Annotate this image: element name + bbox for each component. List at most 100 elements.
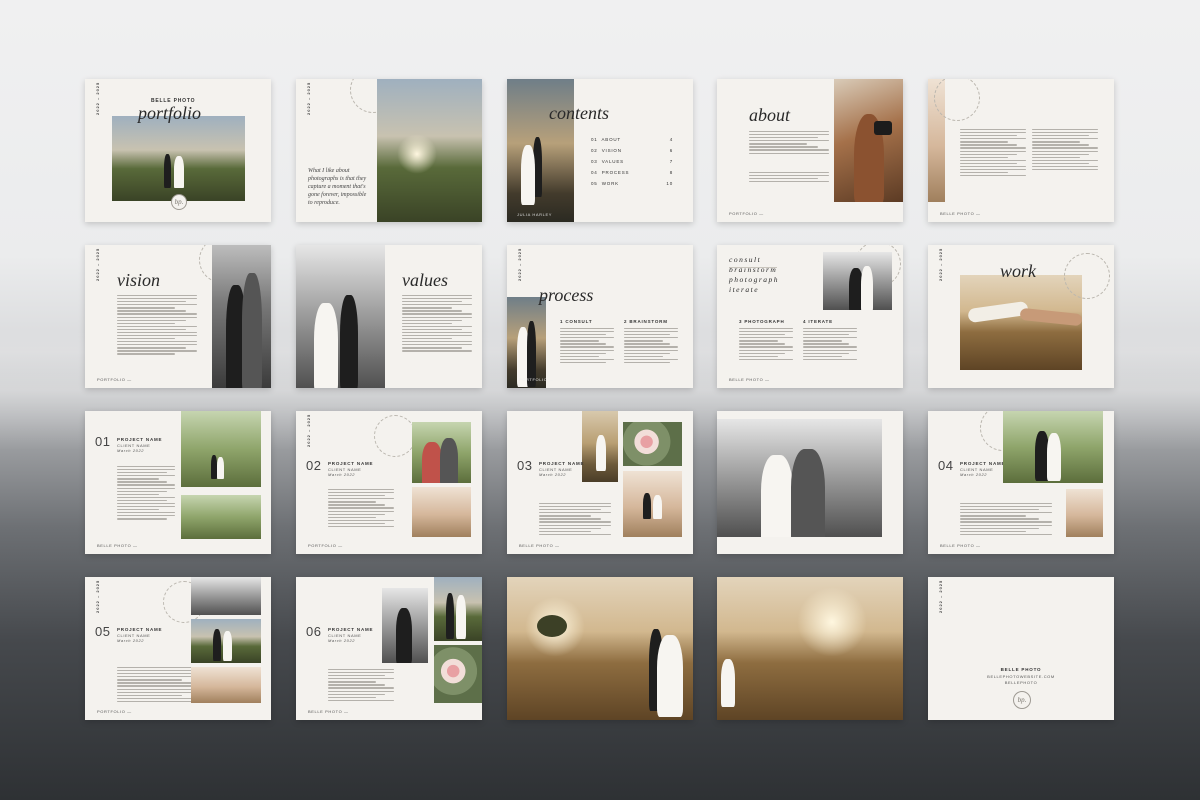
photographer-photo xyxy=(834,79,903,202)
bride-groom-photo xyxy=(434,577,482,641)
flowers-photo xyxy=(434,645,482,703)
footer-label: BELLE PHOTO — xyxy=(729,377,770,382)
slide-about-2[interactable]: BELLE PHOTO — xyxy=(928,79,1114,222)
toc-list: 01 ABOUT 4 02 VISION 6 03 VALUES 7 04 PROCE… xyxy=(591,134,673,189)
walking-couple-photo xyxy=(191,619,261,663)
slide-full-photo[interactable] xyxy=(717,411,903,554)
couple-photo xyxy=(507,297,546,388)
project-name: PROJECT NAME xyxy=(117,627,163,632)
feet-photo xyxy=(412,487,471,537)
project-date: March 2022 xyxy=(960,472,988,477)
footer-label: PORTFOLIO — xyxy=(97,709,132,714)
rings-photo xyxy=(1066,489,1103,537)
field-photo xyxy=(717,577,903,720)
about-body-2 xyxy=(749,172,829,184)
project-body xyxy=(539,503,611,537)
footer-label: PORTFOLIO — xyxy=(729,211,764,216)
divider xyxy=(729,267,777,268)
word-photograph: photograph xyxy=(729,275,780,284)
slide-project-03[interactable]: 03 PROJECT NAME CLIENT NAME March 2022 B… xyxy=(507,411,693,554)
step-3-body xyxy=(739,328,793,362)
toc-item[interactable]: 05 WORK 10 xyxy=(591,178,673,189)
embrace-photo xyxy=(212,245,271,388)
slide-project-05[interactable]: 2022 – 2025 05 PROJECT NAME CLIENT NAME … xyxy=(85,577,271,720)
slide-about[interactable]: about PORTFOLIO — xyxy=(717,79,903,222)
slide-closing[interactable]: 2022 – 2025 BELLE PHOTO BELLEPHOTOWEBSIT… xyxy=(928,577,1114,720)
footer-label: BELLE PHOTO — xyxy=(519,543,560,548)
logo-text: bp. xyxy=(1017,696,1027,704)
years-label: 2022 – 2025 xyxy=(306,81,311,115)
laughing-couple-photo xyxy=(412,422,471,483)
toc-item[interactable]: 04 PROCESS 8 xyxy=(591,167,673,178)
footer-label: PORTFOLIO — xyxy=(519,377,554,382)
project-date: March 2022 xyxy=(117,638,145,643)
project-number: 02 xyxy=(306,458,322,473)
slide-project-01[interactable]: 01 PROJECT NAME CLIENT NAME March 2022 B… xyxy=(85,411,271,554)
project-number: 04 xyxy=(938,458,954,473)
step-4-body xyxy=(803,328,857,362)
portfolio-ring xyxy=(374,415,416,457)
years-label: 2022 – 2025 xyxy=(306,413,311,447)
forest-photo xyxy=(181,495,261,539)
couple-photo xyxy=(823,252,892,310)
close-up-photo xyxy=(191,667,261,703)
confetti-photo xyxy=(296,245,385,388)
slide-intro[interactable]: 2022 – 2025 What I like about photograph… xyxy=(296,79,482,222)
closing-brand: BELLE PHOTO xyxy=(1000,667,1042,672)
toc-item[interactable]: 02 VISION 6 xyxy=(591,145,673,156)
footer-label: PORTFOLIO — xyxy=(97,377,132,382)
project-body xyxy=(328,489,394,529)
bouquet-photo xyxy=(623,422,682,466)
beach-couple-photo xyxy=(582,411,618,482)
word-consult: consult xyxy=(729,255,762,264)
years-label: 2022 – 2025 xyxy=(938,579,943,613)
photo-caption: JULIA HARLEY xyxy=(517,212,552,217)
couple-photo xyxy=(507,79,574,222)
slide-cover[interactable]: 2022 – 2025 BELLE PHOTO portfolio bp. xyxy=(85,79,271,222)
slide-field-landscape[interactable] xyxy=(717,577,903,720)
word-iterate: iterate xyxy=(729,285,760,294)
project-date: March 2022 xyxy=(117,448,145,453)
work-title: work xyxy=(1000,261,1036,281)
toc-item[interactable]: 03 VALUES 7 xyxy=(591,156,673,167)
logo-stamp: bp. xyxy=(1013,691,1031,709)
slide-project-06[interactable]: 06 PROJECT NAME CLIENT NAME March 2022 B… xyxy=(296,577,482,720)
project-name: PROJECT NAME xyxy=(328,627,374,632)
ring-hands-photo xyxy=(191,577,261,615)
slide-process[interactable]: 2022 – 2025 process 1 CONSULT 2 BRAINSTO… xyxy=(507,245,693,388)
vision-title: vision xyxy=(117,270,160,290)
project-date: March 2022 xyxy=(328,472,356,477)
project-number: 03 xyxy=(517,458,533,473)
closing-handle[interactable]: BELLEPHOTO xyxy=(928,680,1114,685)
slide-values[interactable]: values xyxy=(296,245,482,388)
about-body xyxy=(749,131,829,156)
slide-work[interactable]: 2022 – 2025 work xyxy=(928,245,1114,388)
footer-label: BELLE PHOTO — xyxy=(308,709,349,714)
vision-body xyxy=(117,295,197,357)
field-couple-photo xyxy=(507,577,693,720)
portfolio-ring xyxy=(1064,253,1110,299)
years-label: 2022 – 2025 xyxy=(95,579,100,613)
project-body xyxy=(117,466,175,521)
kiss-photo xyxy=(1003,411,1103,483)
slide-project-04[interactable]: 04 PROJECT NAME CLIENT NAME March 2022 B… xyxy=(928,411,1114,554)
slide-vision[interactable]: 2022 – 2025 vision PORTFOLIO — xyxy=(85,245,271,388)
step-1: 1 CONSULT xyxy=(560,319,593,324)
slide-field-couple[interactable] xyxy=(507,577,693,720)
hands-photo xyxy=(960,275,1082,370)
slide-project-02[interactable]: 2022 – 2025 02 PROJECT NAME CLIENT NAME … xyxy=(296,411,482,554)
years-label: 2022 – 2025 xyxy=(938,247,943,281)
slide-process-2[interactable]: consult brainstorm photograph iterate 3 … xyxy=(717,245,903,388)
toc-item[interactable]: 01 ABOUT 4 xyxy=(591,134,673,145)
closing-website[interactable]: BELLEPHOTOWEBSITE.COM xyxy=(928,674,1114,679)
project-number: 05 xyxy=(95,624,111,639)
values-title: values xyxy=(402,270,448,290)
years-label: 2022 – 2025 xyxy=(95,247,100,281)
footer-label: BELLE PHOTO — xyxy=(97,543,138,548)
project-number: 06 xyxy=(306,624,322,639)
slide-contents[interactable]: contents JULIA HARLEY 01 ABOUT 4 02 VISIO… xyxy=(507,79,693,222)
body-text-2 xyxy=(1032,129,1098,172)
project-number: 01 xyxy=(95,434,111,449)
logo-text: bp. xyxy=(174,198,184,206)
cover-title: portfolio xyxy=(138,103,202,123)
